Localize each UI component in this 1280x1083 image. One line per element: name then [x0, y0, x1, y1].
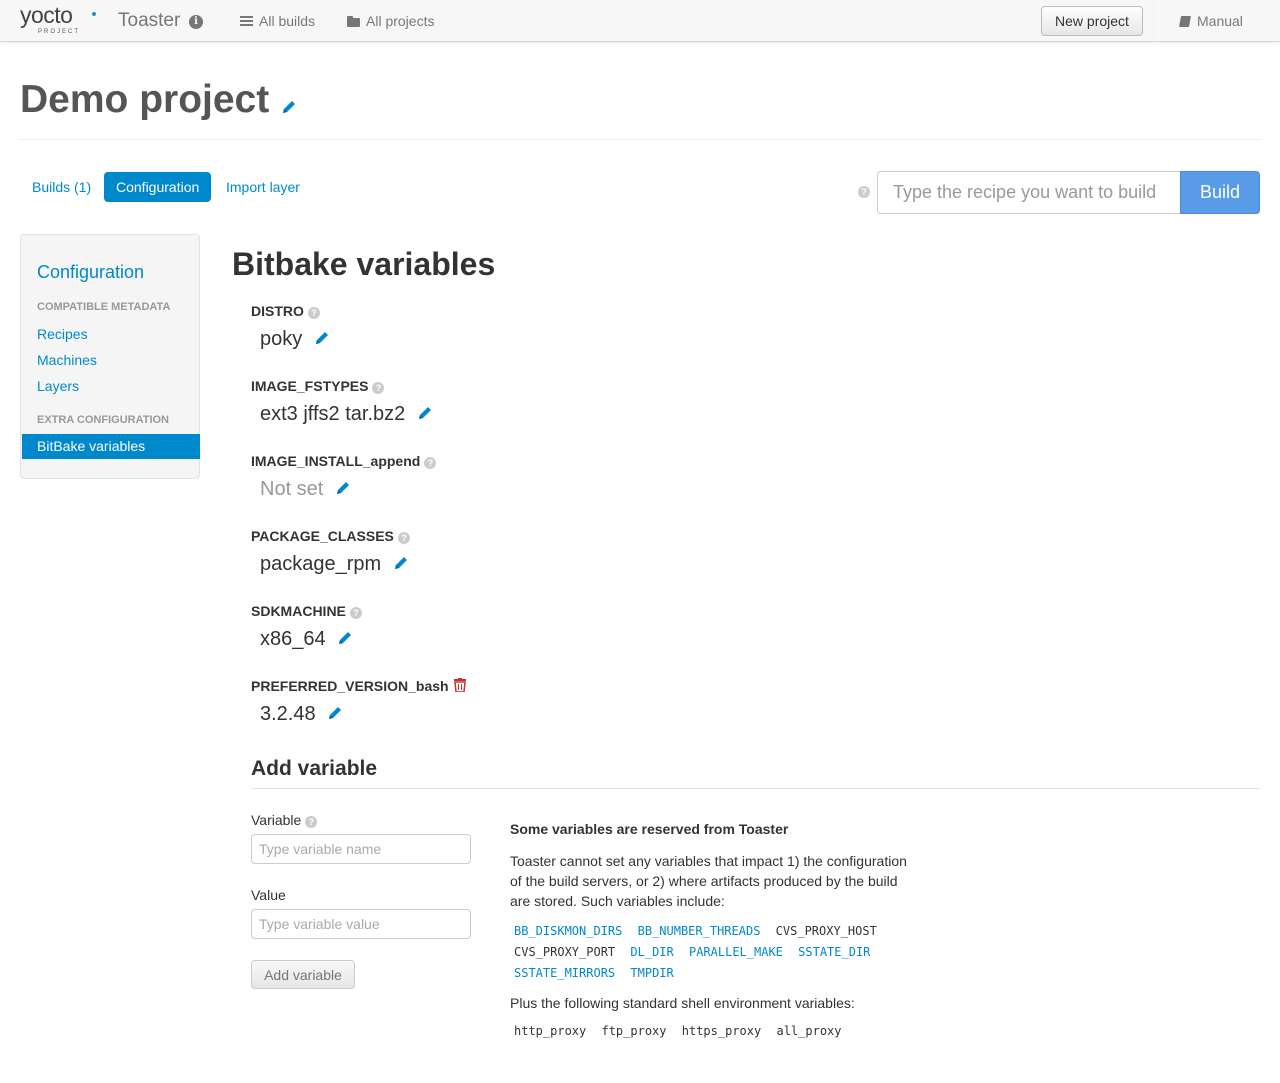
add-variable-divider: [251, 788, 1260, 789]
variable-name-text: PREFERRED_VERSION_bash: [251, 678, 449, 694]
sidebar-section-compatible-metadata: Compatible metadata: [37, 301, 171, 313]
variable-name: IMAGE_FSTYPES?: [251, 378, 385, 394]
variable-name-text: SDKMACHINE: [251, 603, 346, 619]
add-variable-button[interactable]: Add variable: [251, 960, 355, 989]
tab-import-layer[interactable]: Import layer: [226, 172, 300, 202]
variable-name: PREFERRED_VERSION_bash: [251, 678, 466, 695]
tab-configuration[interactable]: Configuration: [104, 172, 212, 202]
variable-value: x86_64: [260, 628, 353, 651]
variable-value: ext3 jffs2 tar.bz2: [260, 403, 433, 426]
variable-name-text: IMAGE_INSTALL_append: [251, 453, 421, 469]
shell-variable: https_proxy: [681, 1024, 762, 1038]
variable-name: DISTRO?: [251, 303, 320, 319]
variable-value-text: 3.2.48: [260, 703, 316, 725]
help-icon[interactable]: ?: [424, 457, 437, 469]
variable-name-text: PACKAGE_CLASSES: [251, 528, 394, 544]
variable-name: IMAGE_INSTALL_append?: [251, 453, 437, 469]
value-field-label: Value: [251, 887, 286, 903]
help-icon[interactable]: ?: [372, 382, 385, 394]
page-title: Demo project: [20, 78, 270, 121]
edit-pencil-icon[interactable]: [393, 554, 409, 570]
app-brand[interactable]: Toaster: [118, 10, 180, 32]
shell-variables-list: http_proxy ftp_proxy https_proxy all_pro…: [510, 1024, 846, 1038]
shell-vars-note: Plus the following standard shell enviro…: [510, 995, 855, 1011]
sidebar-item-machines[interactable]: Machines: [37, 352, 97, 368]
variable-value: Not set: [260, 478, 351, 501]
list-icon: [240, 16, 253, 27]
nav-manual-label: Manual: [1197, 13, 1243, 29]
logo-dot: [92, 12, 96, 16]
help-icon[interactable]: ?: [305, 816, 318, 828]
variable-label-text: Variable: [251, 812, 302, 828]
reserved-variable-link[interactable]: BB_NUMBER_THREADS: [638, 924, 761, 938]
variable-value-text: ext3 jffs2 tar.bz2: [260, 403, 406, 425]
reserved-variable-link[interactable]: SSTATE_MIRRORS: [514, 966, 615, 980]
help-icon[interactable]: ?: [397, 532, 410, 544]
nav-divider: [1153, 0, 1154, 42]
sidebar-item-bitbake-variables[interactable]: BitBake variables: [22, 434, 200, 459]
variable-value-text: x86_64: [260, 628, 326, 650]
edit-pencil-icon[interactable]: [335, 479, 351, 495]
reserved-note-title: Some variables are reserved from Toaster: [510, 821, 789, 837]
variable-value-text: poky: [260, 328, 303, 350]
reserved-variable-link[interactable]: TMPDIR: [630, 966, 673, 980]
folder-icon: [347, 16, 360, 27]
yocto-logo[interactable]: yocto PROJECT: [20, 2, 102, 38]
variable-value-text: Not set: [260, 478, 324, 500]
sidebar-section-extra-configuration: Extra configuration: [37, 414, 169, 426]
help-icon[interactable]: ?: [307, 307, 320, 319]
tab-builds[interactable]: Builds (1): [32, 172, 91, 202]
reserved-variables-list: BB_DISKMON_DIRS BB_NUMBER_THREADS CVS_PR…: [510, 921, 890, 984]
edit-pencil-icon[interactable]: [417, 404, 433, 420]
edit-pencil-icon[interactable]: [327, 704, 343, 720]
nav-all-projects-label: All projects: [366, 13, 435, 29]
variable-name: SDKMACHINE?: [251, 603, 362, 619]
logo-subtitle: PROJECT: [38, 29, 81, 35]
variable-value: poky: [260, 328, 330, 351]
variable-name-input[interactable]: [251, 834, 471, 864]
help-icon[interactable]: ?: [349, 607, 362, 619]
sidebar-item-layers[interactable]: Layers: [37, 378, 79, 394]
variable-field-label: Variable?: [251, 812, 318, 828]
variable-value: 3.2.48: [260, 703, 343, 726]
trash-icon[interactable]: [453, 678, 466, 695]
reserved-variable-link[interactable]: BB_DISKMON_DIRS: [514, 924, 622, 938]
variable-name-text: DISTRO: [251, 303, 304, 319]
edit-pencil-icon[interactable]: [337, 629, 353, 645]
logo-wordmark: yocto: [20, 2, 73, 28]
nav-all-builds[interactable]: All builds: [240, 13, 315, 29]
variable-name: PACKAGE_CLASSES?: [251, 528, 410, 544]
reserved-variable: CVS_PROXY_PORT: [514, 945, 616, 959]
recipe-help-icon[interactable]: ?: [858, 186, 870, 198]
shell-variable: all_proxy: [776, 1024, 842, 1038]
top-navbar: yocto PROJECT Toaster i All builds All p…: [0, 0, 1280, 42]
section-title: Bitbake variables: [232, 246, 496, 282]
reserved-note-text: Toaster cannot set any variables that im…: [510, 853, 907, 909]
shell-variable: http_proxy: [514, 1024, 587, 1038]
variable-value-text: package_rpm: [260, 553, 382, 575]
reserved-variable: CVS_PROXY_HOST: [775, 924, 877, 938]
add-variable-title: Add variable: [251, 757, 378, 780]
reserved-variable-link[interactable]: PARALLEL_MAKE: [689, 945, 783, 959]
reserved-variable-link[interactable]: SSTATE_DIR: [798, 945, 870, 959]
variable-name-text: IMAGE_FSTYPES: [251, 378, 369, 394]
nav-all-projects[interactable]: All projects: [347, 13, 434, 29]
edit-project-name-pencil-icon[interactable]: [281, 99, 297, 118]
variable-value-input[interactable]: [251, 909, 471, 939]
nav-manual[interactable]: Manual: [1179, 13, 1243, 29]
sidebar-item-recipes[interactable]: Recipes: [37, 326, 88, 342]
header-divider: [20, 139, 1260, 140]
book-icon: [1179, 16, 1191, 27]
recipe-search-input[interactable]: [877, 171, 1181, 214]
info-icon[interactable]: i: [189, 15, 203, 29]
reserved-variable-link[interactable]: DL_DIR: [630, 945, 673, 959]
config-sidebar: Configuration Compatible metadata Recipe…: [20, 234, 200, 479]
variable-value: package_rpm: [260, 553, 409, 576]
build-button[interactable]: Build: [1180, 171, 1260, 214]
sidebar-heading-configuration[interactable]: Configuration: [37, 262, 144, 283]
edit-pencil-icon[interactable]: [314, 329, 330, 345]
shell-variable: ftp_proxy: [601, 1024, 667, 1038]
nav-all-builds-label: All builds: [259, 13, 316, 29]
new-project-button[interactable]: New project: [1041, 6, 1143, 36]
